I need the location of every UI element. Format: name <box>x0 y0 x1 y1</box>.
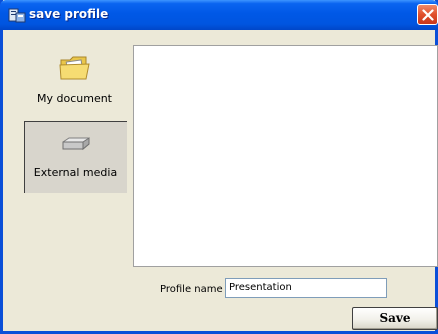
sidebar-item-external-media[interactable]: External media <box>24 121 127 193</box>
sidebar-item-label: My document <box>37 92 112 105</box>
window-title: save profile <box>29 7 109 21</box>
location-sidebar: My document External media <box>3 30 129 331</box>
drive-icon <box>59 136 93 159</box>
folder-icon <box>58 52 92 85</box>
title-bar[interactable]: save profile <box>0 0 438 30</box>
sidebar-item-my-document[interactable]: My document <box>24 48 127 118</box>
app-window-icon <box>8 7 26 23</box>
save-profile-dialog: save profile My document External media … <box>0 0 438 334</box>
profile-list-panel[interactable] <box>133 45 438 267</box>
save-button[interactable]: Save <box>352 307 438 330</box>
profile-name-label: Profile name <box>160 284 223 295</box>
profile-name-input[interactable]: Presentation <box>225 278 387 298</box>
sidebar-item-label: External media <box>33 166 118 179</box>
close-button[interactable] <box>417 4 438 25</box>
close-icon <box>422 9 434 21</box>
